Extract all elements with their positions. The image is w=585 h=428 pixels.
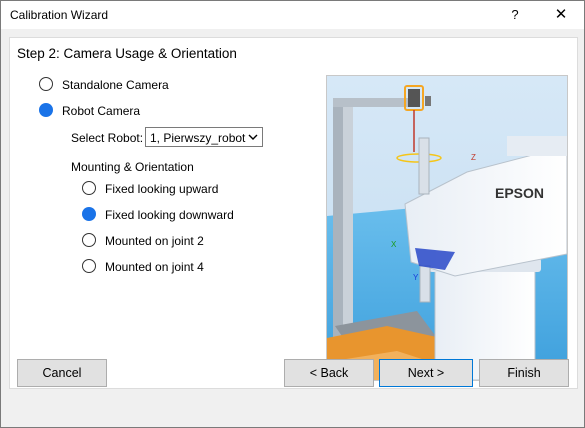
radio-label: Mounted on joint 4 [105, 260, 204, 274]
mounting-heading: Mounting & Orientation [71, 160, 194, 174]
radio-label: Mounted on joint 2 [105, 234, 204, 248]
select-robot-label: Select Robot: [71, 131, 144, 145]
chevron-down-icon [248, 134, 258, 140]
robot-select[interactable]: 1, Pierwszy_robot [145, 127, 263, 147]
robot-scene: EPSON X Y Z [327, 76, 567, 380]
radio-button[interactable] [82, 181, 96, 195]
radio-button[interactable] [82, 259, 96, 273]
robot-preview-image: EPSON X Y Z [326, 75, 568, 381]
radio-label: Fixed looking upward [105, 182, 219, 196]
radio-button-selected[interactable] [39, 103, 53, 117]
close-button[interactable]: ✕ [549, 4, 573, 26]
next-button[interactable]: Next > [379, 359, 473, 387]
title-bar: Calibration Wizard ? ✕ [1, 1, 584, 29]
radio-label: Standalone Camera [62, 78, 169, 92]
axis-z-label: Z [471, 153, 476, 162]
radio-button-selected[interactable] [82, 207, 96, 221]
radio-button[interactable] [82, 233, 96, 247]
radio-button[interactable] [39, 77, 53, 91]
step-title: Step 2: Camera Usage & Orientation [17, 46, 237, 61]
axis-x-label: X [391, 240, 397, 249]
help-button[interactable]: ? [504, 4, 526, 26]
window-title: Calibration Wizard [10, 8, 109, 22]
step-panel: Step 2: Camera Usage & Orientation Stand… [9, 37, 578, 389]
robot-select-value: 1, Pierwszy_robot [150, 131, 246, 145]
radio-label: Robot Camera [62, 104, 141, 118]
cancel-button[interactable]: Cancel [17, 359, 107, 387]
brand-label: EPSON [495, 185, 544, 201]
axis-y-label: Y [413, 273, 419, 282]
calibration-wizard-window: Calibration Wizard ? ✕ Step 2: Camera Us… [0, 0, 585, 428]
back-button[interactable]: < Back [284, 359, 374, 387]
finish-button[interactable]: Finish [479, 359, 569, 387]
radio-label: Fixed looking downward [105, 208, 234, 222]
